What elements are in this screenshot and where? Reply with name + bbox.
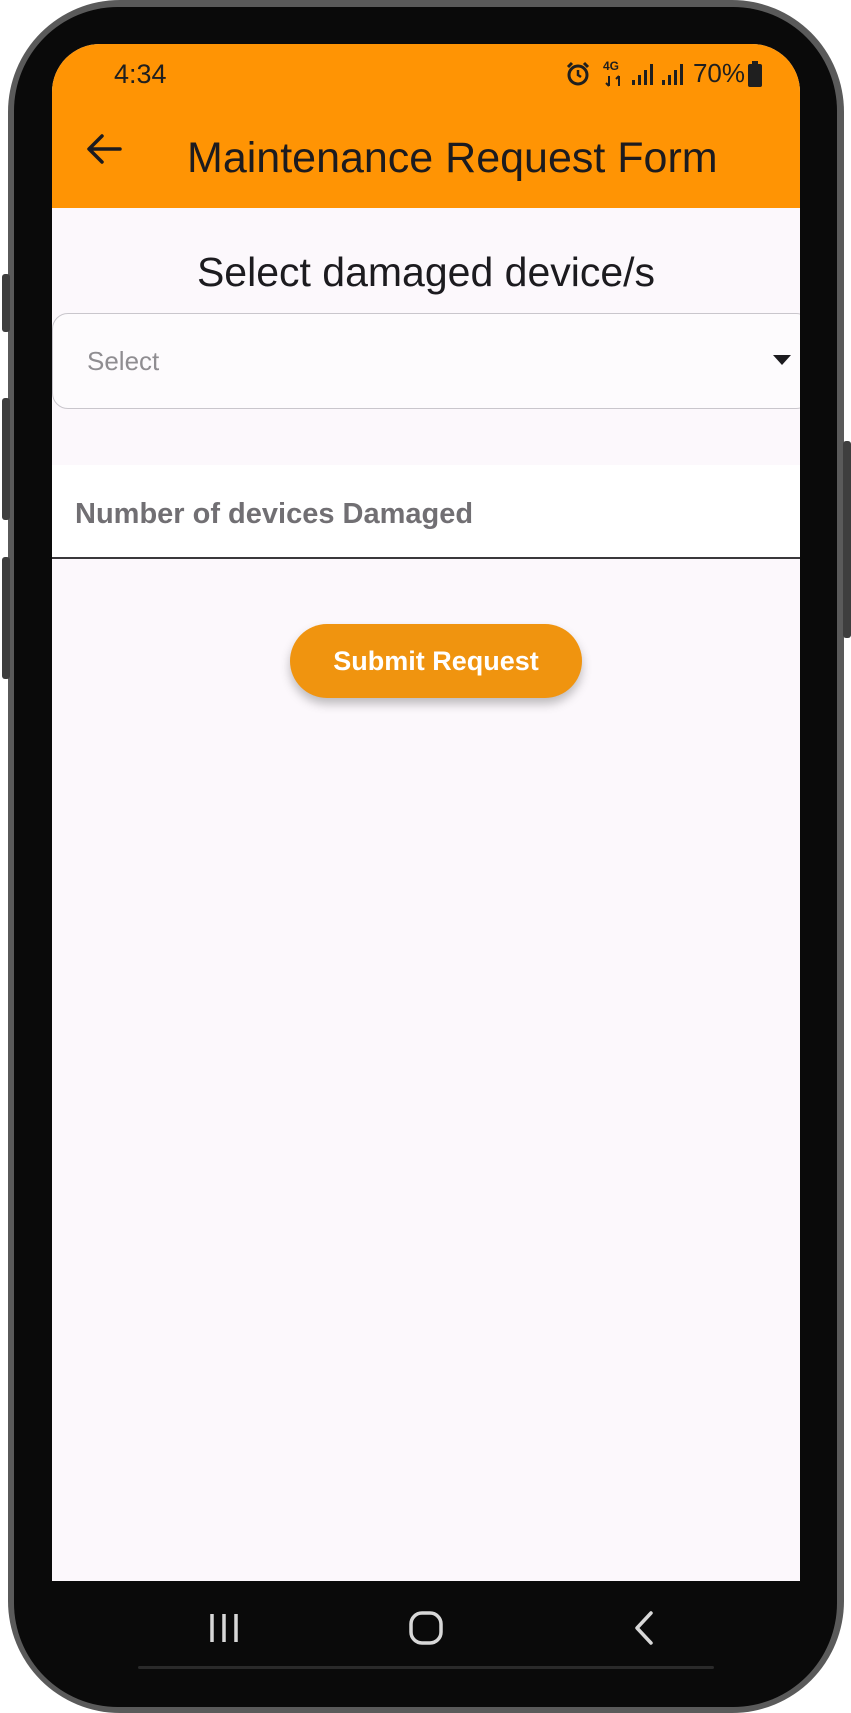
home-button[interactable] — [396, 1605, 456, 1655]
status-icons: 4G 70% — [565, 58, 762, 89]
battery-icon — [748, 60, 762, 87]
home-indicator — [138, 1666, 714, 1669]
back-icon — [632, 1610, 656, 1651]
signal-icon — [661, 62, 685, 86]
back-button[interactable] — [82, 129, 126, 173]
section-title: Select damaged device/s — [196, 249, 656, 295]
battery-percent: 70% — [692, 58, 745, 88]
recent-apps-button[interactable] — [194, 1605, 254, 1655]
app-screen: 4:34 4G 70% Maintenance Request Form Sel… — [52, 44, 800, 1581]
device-select-placeholder: Select — [87, 346, 160, 376]
phone-power-button — [843, 441, 851, 638]
recent-apps-icon — [207, 1611, 241, 1650]
network-type-label: 4G — [602, 58, 619, 73]
submit-request-button[interactable]: Submit Request — [290, 624, 582, 698]
status-time: 4:34 — [114, 59, 167, 89]
devices-damaged-field[interactable]: Number of devices Damaged — [52, 465, 800, 559]
phone-side-button — [2, 398, 10, 520]
app-bar: 4:34 4G 70% Maintenance Request Form — [52, 44, 800, 208]
system-nav-bar — [52, 1581, 800, 1677]
phone-side-button — [2, 274, 10, 332]
triangle-down-icon — [773, 355, 791, 365]
signal-icon — [631, 62, 655, 86]
network-4g-icon: 4G — [603, 59, 625, 89]
page-title: Maintenance Request Form — [187, 134, 718, 182]
alarm-icon — [565, 61, 591, 87]
home-icon — [408, 1610, 444, 1651]
device-select-dropdown[interactable]: Select — [52, 313, 800, 409]
devices-damaged-label: Number of devices Damaged — [75, 498, 474, 530]
arrow-left-icon — [86, 133, 122, 170]
phone-side-button — [2, 557, 10, 679]
nav-back-button[interactable] — [614, 1605, 674, 1655]
